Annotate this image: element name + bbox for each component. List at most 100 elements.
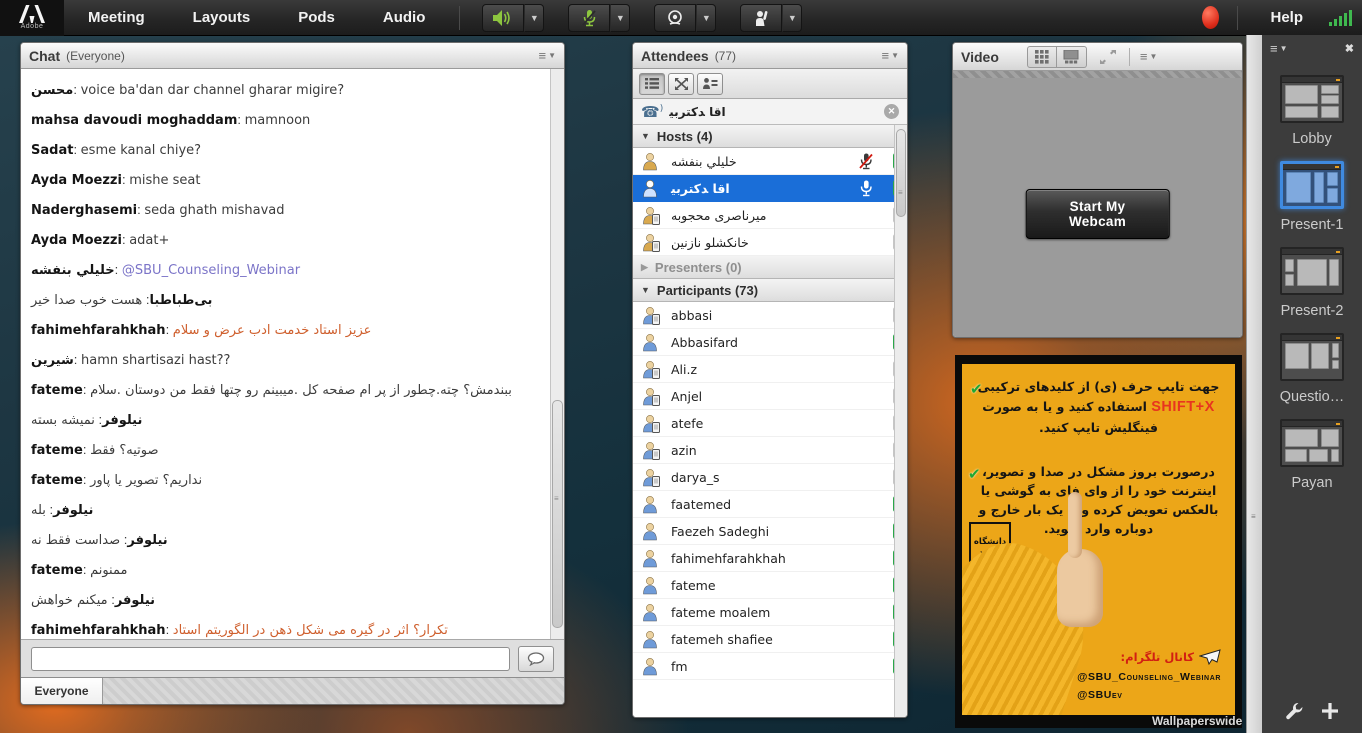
attendees-scrollbar[interactable]: ≡ [894,125,907,717]
attendee-row[interactable]: Anjel [633,383,907,410]
video-pod: Video [952,42,1243,338]
layout-option-questio-[interactable]: Questio… [1262,333,1362,405]
attendee-row[interactable]: Abbasifard [633,329,907,356]
filmstrip-view-button[interactable] [1057,46,1087,68]
attendees-pod-menu-icon[interactable]: ≡▼ [881,48,899,63]
layouts-sidebar-header: ≡▼ ✖ [1262,35,1362,61]
wrench-icon[interactable] [1284,701,1304,721]
video-pod-menu-icon[interactable]: ≡▼ [1140,49,1158,64]
telephone-icon: ☎) [641,103,663,121]
close-sidebar-icon[interactable]: ✖ [1345,42,1354,55]
menu-layouts[interactable]: Layouts [169,9,275,26]
layout-thumbnail[interactable] [1280,419,1344,467]
attendee-section-header[interactable]: ▼Participants (73) [633,279,907,302]
attendee-row[interactable]: محجوبه‎ میرناصری [633,202,907,229]
wallpaper-watermark: Wallpaperswide [1152,714,1242,728]
attendees-scrollbar-thumb[interactable] [896,129,906,217]
chat-message-text: @SBU_Counseling_Webinar [122,256,300,285]
help-menu[interactable]: Help [1270,9,1303,26]
attendee-section-header[interactable]: ▼Hosts (4) [633,125,907,148]
attendee-list-view-button[interactable] [639,73,665,95]
attendee-name: fatemeh shafiee [671,632,773,647]
layout-option-payan[interactable]: Payan [1262,419,1362,491]
speaker-button[interactable] [482,4,524,32]
attendee-row[interactable]: faatemed [633,491,907,518]
participant-icon [641,333,661,352]
chat-scrollbar[interactable]: ≡ [550,69,564,639]
chat-sender-name: fahimehfarahkhah [31,616,166,639]
layout-panel-divider[interactable]: ≡ [1246,35,1262,733]
attendee-row[interactable]: بنفشه‎ خليلي [633,148,907,175]
chat-message-text: esme kanal chiye? [81,136,201,165]
speaker-control: ▼ [482,4,544,32]
attendee-row[interactable]: بی‎دکتر‎ اقا [633,175,907,202]
participant-mobile-icon [641,306,661,325]
chat-message-text: seda ghath mishavad [144,196,284,225]
attendee-row[interactable]: atefe [633,410,907,437]
mic-muted-icon [580,9,598,27]
attendee-name: Faezeh Sadeghi [671,524,769,539]
sidebar-tools [1262,701,1362,721]
divider-grip[interactable]: ≡ [1251,515,1257,519]
chat-pod-menu-icon[interactable]: ≡▼ [538,48,556,63]
grid-view-button[interactable] [1027,46,1057,68]
layout-thumbnail[interactable] [1280,75,1344,123]
fullscreen-icon[interactable] [1099,49,1117,65]
breakout-view-button[interactable] [668,73,694,95]
attendee-name: fahimehfarahkhah [671,551,786,566]
attendee-row[interactable]: azin [633,437,907,464]
connection-signal-icon[interactable] [1329,10,1352,26]
chat-scrollbar-thumb[interactable] [552,400,563,628]
attendee-row[interactable]: Faezeh Sadeghi [633,518,907,545]
layout-thumbnail[interactable] [1280,333,1344,381]
attendee-status-view-button[interactable] [697,73,723,95]
chat-message-text: بله [31,496,46,525]
chat-message: Ayda Moezzi: adat+ [31,225,540,255]
chat-message: Ayda Moezzi: mishe seat [31,165,540,195]
attendee-name: fateme [671,578,716,593]
layout-option-present-2[interactable]: Present-2 [1262,247,1362,319]
menu-meeting[interactable]: Meeting [64,9,169,26]
send-message-button[interactable] [518,646,554,672]
webcam-button[interactable] [654,4,696,32]
attendee-row[interactable]: Ali.z [633,356,907,383]
chat-sender-name: fateme [31,466,83,495]
attendee-row[interactable]: darya_s [633,464,907,491]
chat-input[interactable] [31,647,510,671]
layout-thumbnails: Lobby Present-1 Present-2 Questio… Payan [1262,75,1362,491]
attendee-row[interactable]: نازنین‎ خانکشلو [633,229,907,256]
attendee-section-header[interactable]: ▶Presenters (0) [633,256,907,279]
menu-audio[interactable]: Audio [359,9,450,26]
dismiss-speaker-icon[interactable]: ✕ [884,104,899,119]
mic-button[interactable] [568,4,610,32]
tab-everyone[interactable]: Everyone [21,678,103,704]
attendee-name: Ali.z [671,362,697,377]
layout-option-present-1[interactable]: Present-1 [1262,161,1362,233]
start-webcam-button[interactable]: Start My Webcam [1025,189,1170,239]
layout-thumbnail[interactable] [1280,161,1344,209]
attendee-row[interactable]: fateme [633,572,907,599]
raise-hand-dropdown[interactable]: ▼ [782,4,802,32]
layout-thumbnail[interactable] [1280,247,1344,295]
webcam-dropdown[interactable]: ▼ [696,4,716,32]
attendees-pod-header: Attendees (77) ≡▼ [633,43,907,69]
attendee-row[interactable]: fateme moalem [633,599,907,626]
telegram-info: کانال تلگرام: @SBU_Counseling_Webinar @S… [1077,649,1221,701]
list-view-icon [644,77,660,90]
speaker-dropdown[interactable]: ▼ [524,4,544,32]
attendee-row[interactable]: abbasi [633,302,907,329]
layout-option-lobby[interactable]: Lobby [1262,75,1362,147]
menu-pods[interactable]: Pods [274,9,359,26]
mic-dropdown[interactable]: ▼ [610,4,630,32]
add-layout-icon[interactable] [1320,701,1340,721]
chat-resize-grip[interactable]: ≡ [554,497,560,501]
attendee-name: محجوبه‎ میرناصری [671,208,766,223]
chat-message: Sadat: esme kanal chiye? [31,135,540,165]
attendees-resize-grip[interactable]: ≡ [898,191,904,195]
attendee-row[interactable]: fahimehfarahkhah [633,545,907,572]
attendee-row[interactable]: fm [633,653,907,680]
attendee-row[interactable]: fatemeh shafiee [633,626,907,653]
telegram-label: کانال تلگرام: [1121,650,1194,664]
raise-hand-button[interactable] [740,4,782,32]
layouts-menu-icon[interactable]: ≡ [1270,41,1278,56]
